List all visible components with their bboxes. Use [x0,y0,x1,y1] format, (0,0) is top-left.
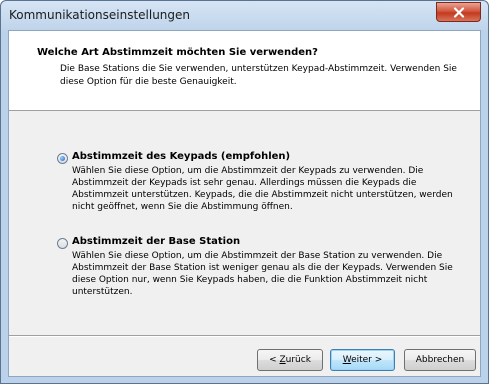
close-button[interactable] [436,2,481,22]
dialog-content: Welche Art Abstimmzeit möchten Sie verwe… [8,30,481,377]
header-title: Welche Art Abstimmzeit möchten Sie verwe… [37,47,318,58]
back-button[interactable]: < Zurück [257,349,323,371]
next-button[interactable]: Weiter > [330,349,395,371]
button-separator [9,335,480,337]
option-base-station-timing-label[interactable]: Abstimmzeit der Base Station [72,236,240,247]
dialog-window: Kommunikationseinstellungen Welche Art A… [0,0,489,384]
title-bar[interactable]: Kommunikationseinstellungen [1,1,488,31]
back-button-prefix: < [269,355,280,365]
window-title: Kommunikationseinstellungen [9,8,191,22]
header-description: Die Base Stations die Sie verwenden, unt… [60,64,457,87]
next-button-accel: W [342,355,352,365]
back-button-rest: urück [285,355,311,365]
wizard-header: Welche Art Abstimmzeit möchten Sie verwe… [9,31,480,111]
close-icon [453,7,465,18]
next-button-rest: eiter > [351,355,383,365]
radio-selected-dot [60,156,65,161]
option-keypad-timing-description: Wählen Sie diese Option, um die Abstimmz… [72,166,453,212]
cancel-button[interactable]: Abbrechen [404,349,476,371]
option-base-station-timing-description: Wählen Sie diese Option, um die Abstimmz… [72,251,453,297]
radio-base-station-timing[interactable] [57,238,68,249]
option-keypad-timing-label[interactable]: Abstimmzeit des Keypads (empfohlen) [72,151,290,162]
radio-keypad-timing[interactable] [57,153,68,164]
